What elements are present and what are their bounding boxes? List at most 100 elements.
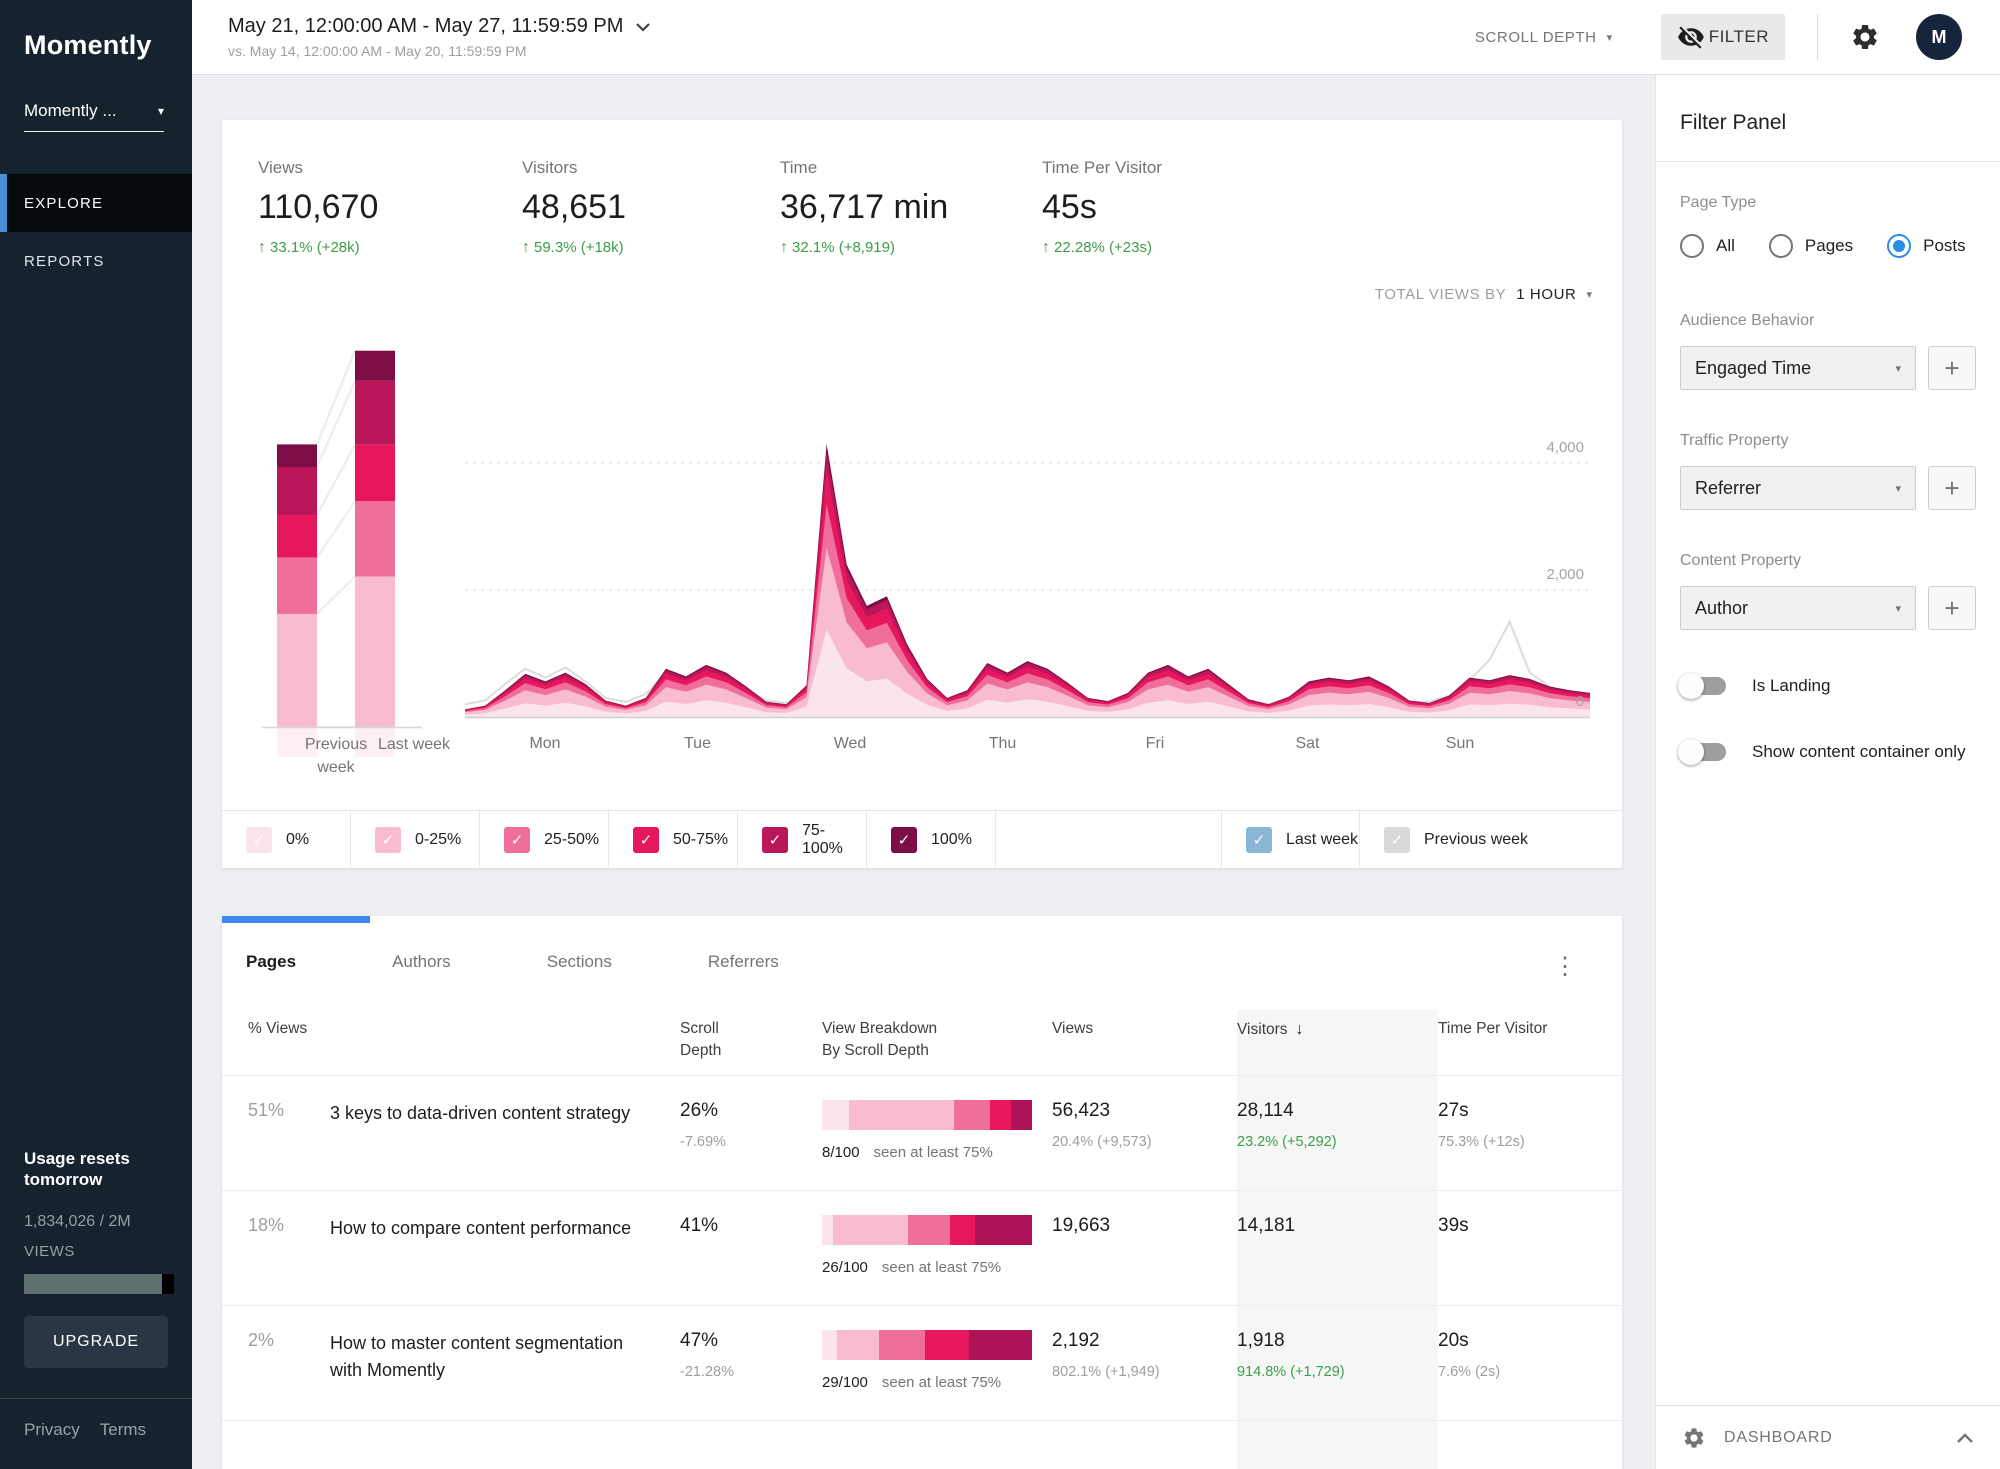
chart-interval-dropdown[interactable]: TOTAL VIEWS BY 1 HOUR ▾ (1375, 286, 1592, 303)
chevron-down-icon (635, 22, 651, 32)
sidebar-item-label: REPORTS (24, 253, 105, 270)
metric-delta: ↑33.1% (+28k) (258, 239, 522, 257)
column-header-scroll: Scroll Depth (680, 1010, 822, 1075)
pct-views-cell: 18% (248, 1191, 330, 1305)
avatar[interactable]: M (1916, 14, 1962, 60)
minibar-segment (950, 1215, 975, 1245)
breakdown-note: seen at least 75% (882, 1259, 1001, 1276)
radio-posts[interactable]: Posts (1887, 234, 1966, 258)
scroll-depth-value: 41% (680, 1215, 822, 1237)
toggle-switch[interactable] (1680, 677, 1726, 695)
kebab-menu-icon[interactable]: ⋮ (1553, 952, 1577, 981)
radio-all[interactable]: All (1680, 234, 1735, 258)
minibar-segment (990, 1100, 1011, 1130)
radio-label: Pages (1805, 236, 1853, 256)
legend-checkbox[interactable]: ✓ (1246, 827, 1272, 853)
x-axis-day-label: Mon (500, 735, 590, 753)
topbar-divider (1817, 14, 1818, 60)
chevron-down-icon: ▾ (1895, 482, 1901, 495)
audience-behavior-select[interactable]: Engaged Time ▾ (1680, 346, 1916, 390)
legend-spacer (996, 811, 1222, 868)
filter-toggle-button[interactable]: FILTER (1661, 14, 1785, 60)
traffic-property-value: Referrer (1695, 478, 1761, 499)
time-per-visitor-value: 20s (1438, 1330, 1622, 1352)
arrow-up-icon: ↑ (780, 239, 788, 256)
dashboard-footer-button[interactable]: DASHBOARD (1656, 1405, 2000, 1469)
toggle-row-is-landing: Is Landing (1680, 676, 1976, 696)
column-header-visitors[interactable]: Visitors↓ (1237, 1010, 1438, 1075)
visitors-delta: 23.2% (+5,292) (1237, 1134, 1438, 1150)
legend-label: Previous week (1424, 831, 1528, 849)
metric-delta-text: 33.1% (+28k) (270, 239, 360, 256)
usage-progress-fill (24, 1274, 162, 1294)
upgrade-button[interactable]: UPGRADE (24, 1316, 168, 1368)
page-title-cell: How to compare content performance (330, 1191, 680, 1305)
views-cell: 2,192802.1% (+1,949) (1052, 1306, 1237, 1420)
chevron-up-icon (1956, 1432, 1974, 1444)
add-traffic-filter-button[interactable]: + (1928, 466, 1976, 510)
audience-behavior-label: Audience Behavior (1680, 312, 1976, 330)
tab-referrers[interactable]: Referrers (708, 952, 779, 972)
legend-checkbox[interactable]: ✓ (762, 827, 788, 853)
views-cell: 19,663 (1052, 1191, 1237, 1305)
content-property-select[interactable]: Author ▾ (1680, 586, 1916, 630)
usage-unit: VIEWS (24, 1243, 174, 1260)
radio-pages[interactable]: Pages (1769, 234, 1853, 258)
privacy-link[interactable]: Privacy (24, 1420, 80, 1440)
legend-label: 25-50% (544, 831, 599, 849)
legend-item-0pct: ✓0% (222, 811, 351, 868)
chart-interval-value: 1 HOUR (1516, 286, 1576, 303)
legend-label: 50-75% (673, 831, 728, 849)
traffic-property-select[interactable]: Referrer ▾ (1680, 466, 1916, 510)
views-delta: 20.4% (+9,573) (1052, 1134, 1237, 1150)
toggle-switch[interactable] (1680, 743, 1726, 761)
site-selector-dropdown[interactable]: Momently ... ▾ (24, 101, 164, 132)
gear-icon (1682, 1426, 1706, 1450)
y-axis-tick: 0 (1576, 693, 1584, 710)
legend-checkbox[interactable]: ✓ (246, 827, 272, 853)
legend-checkbox[interactable]: ✓ (891, 827, 917, 853)
add-content-filter-button[interactable]: + (1928, 586, 1976, 630)
date-range-value: May 21, 12:00:00 AM - May 27, 11:59:59 P… (228, 15, 623, 38)
table-row[interactable]: 18%How to compare content performance41%… (222, 1190, 1622, 1305)
legend-label: Last week (1286, 831, 1358, 849)
chart-legend: ✓0%✓0-25%✓25-50%✓50-75%✓75-100%✓100%✓Las… (222, 810, 1622, 868)
stub-cell (330, 1421, 680, 1469)
y-axis-tick: 4,000 (1546, 439, 1584, 456)
table-row-clipped (222, 1420, 1622, 1469)
legend-checkbox[interactable]: ✓ (1384, 827, 1410, 853)
scroll-depth-cell: 47%-21.28% (680, 1306, 822, 1420)
date-range-picker[interactable]: May 21, 12:00:00 AM - May 27, 11:59:59 P… (228, 15, 651, 59)
minibar-segment (822, 1215, 833, 1245)
scroll-depth-value: 47% (680, 1330, 822, 1352)
minibar-segment (1011, 1100, 1032, 1130)
legend-item-0-25pct: ✓0-25% (351, 811, 480, 868)
view-breakdown-cell: 8/100seen at least 75% (822, 1076, 1052, 1190)
tab-pages[interactable]: Pages (246, 952, 296, 972)
breakdown-score: 29/100 (822, 1374, 868, 1391)
table-row[interactable]: 2%How to master content segmentation wit… (222, 1305, 1622, 1420)
minibar-segment (954, 1100, 990, 1130)
page-type-radio-group: All Pages Posts (1680, 234, 1976, 258)
overlay-metric-dropdown[interactable]: SCROLL DEPTH ▾ (1475, 29, 1613, 46)
sidebar-item-explore[interactable]: EXPLORE (0, 174, 192, 232)
radio-label: Posts (1923, 236, 1966, 256)
arrow-up-icon: ↑ (1042, 239, 1050, 256)
legend-checkbox[interactable]: ✓ (375, 827, 401, 853)
scroll-depth-cell: 26%-7.69% (680, 1076, 822, 1190)
sidebar-nav: EXPLORE REPORTS (0, 174, 192, 290)
minibar-segment (822, 1330, 837, 1360)
legend-checkbox[interactable]: ✓ (633, 827, 659, 853)
filter-toggles: Is Landing Show content container only (1680, 676, 1976, 762)
visitors-value: 14,181 (1237, 1215, 1438, 1237)
terms-link[interactable]: Terms (100, 1420, 146, 1440)
toggle-row-show-content-container-only: Show content container only (1680, 742, 1976, 762)
settings-button[interactable] (1850, 22, 1880, 52)
views-delta: 802.1% (+1,949) (1052, 1364, 1237, 1380)
add-audience-filter-button[interactable]: + (1928, 346, 1976, 390)
tab-authors[interactable]: Authors (392, 952, 451, 972)
legend-checkbox[interactable]: ✓ (504, 827, 530, 853)
tab-sections[interactable]: Sections (547, 952, 612, 972)
table-row[interactable]: 51%3 keys to data-driven content strateg… (222, 1075, 1622, 1190)
sidebar-item-reports[interactable]: REPORTS (0, 232, 192, 290)
